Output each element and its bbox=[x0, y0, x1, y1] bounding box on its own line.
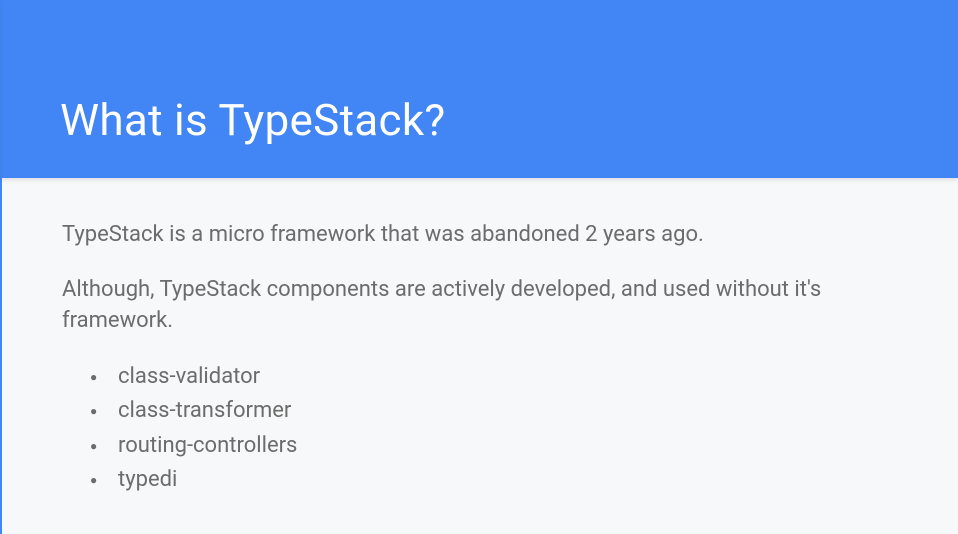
slide-header: What is TypeStack? bbox=[2, 0, 958, 178]
list-item: typedi bbox=[90, 463, 898, 497]
list-item: class-validator bbox=[90, 360, 898, 394]
list-item: class-transformer bbox=[90, 394, 898, 428]
slide-content: TypeStack is a micro framework that was … bbox=[2, 178, 958, 497]
slide: What is TypeStack? TypeStack is a micro … bbox=[0, 0, 958, 534]
bullet-list: class-validator class-transformer routin… bbox=[62, 360, 898, 496]
paragraph-1: TypeStack is a micro framework that was … bbox=[62, 220, 898, 251]
slide-title: What is TypeStack? bbox=[60, 94, 446, 146]
list-item: routing-controllers bbox=[90, 429, 898, 463]
paragraph-2: Although, TypeStack components are activ… bbox=[62, 275, 898, 337]
